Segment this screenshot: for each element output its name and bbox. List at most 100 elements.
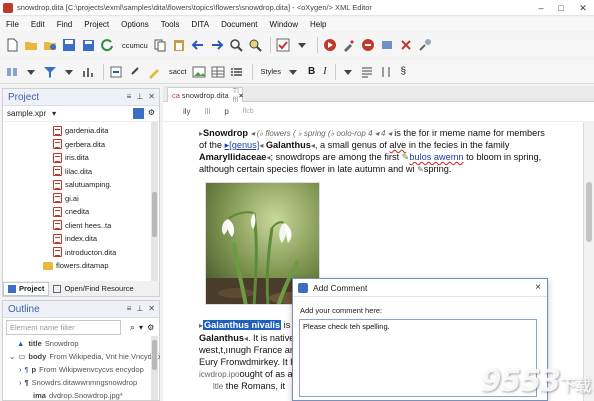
spelling-error-2[interactable]: bulos awemn	[409, 152, 463, 162]
bold-button[interactable]: B	[308, 66, 315, 77]
chevron-down-icon[interactable]: ⌄	[9, 352, 15, 361]
search-icon[interactable]	[228, 37, 244, 53]
open-url-icon[interactable]	[42, 37, 58, 53]
pin-icon[interactable]: ⊥	[136, 92, 143, 101]
outline-row-p[interactable]: › ¶ p From Wikipwenvcycvs encydop	[3, 363, 159, 376]
search-icon[interactable]: ⌕	[130, 322, 135, 333]
menu-help[interactable]: Help	[304, 20, 332, 29]
tree-file-gerbera[interactable]: gerbera.dita	[53, 138, 159, 152]
edit-attributes-icon[interactable]	[146, 64, 162, 80]
breadcrumb-item-2[interactable]: p	[224, 107, 228, 116]
menu-project[interactable]: Project	[78, 20, 115, 29]
paste-icon[interactable]	[171, 37, 187, 53]
menu-icon[interactable]: ≡	[127, 304, 132, 313]
maximize-button[interactable]: □	[550, 0, 572, 16]
redo-icon[interactable]	[209, 37, 225, 53]
tools-icon[interactable]	[417, 37, 433, 53]
close-tab-icon[interactable]: ×	[239, 91, 243, 100]
close-dialog-icon[interactable]: ×	[535, 282, 541, 293]
chevron-right-icon[interactable]: ›	[19, 378, 22, 387]
minimize-button[interactable]: –	[530, 0, 552, 16]
dropdown-arrow-icon[interactable]	[285, 64, 301, 80]
tree-file-7[interactable]: cnedita	[53, 205, 159, 219]
dropdown-arrow-icon[interactable]	[340, 64, 356, 80]
tree-file-5[interactable]: salutuamping.	[53, 178, 159, 192]
section-button[interactable]: §	[401, 66, 407, 77]
sort-icon[interactable]	[378, 64, 394, 80]
image-icon[interactable]	[191, 64, 207, 80]
outline-scrollbar-thumb[interactable]	[152, 340, 157, 370]
copy-icon[interactable]	[152, 37, 168, 53]
configure-transform-icon[interactable]	[341, 37, 357, 53]
dropdown-arrow-icon[interactable]	[23, 64, 39, 80]
tree-file-8[interactable]: client hees..ta	[53, 219, 159, 233]
project-file-row[interactable]: sample.xpr ▾ ⚙	[3, 106, 159, 122]
element-filter-input[interactable]: Element name filter	[6, 320, 121, 335]
tab-snowdrop-dita[interactable]: ca snowdrop.dita Tl ffl ×	[167, 86, 243, 104]
tree-file-introduction[interactable]: introducton.dita	[53, 246, 159, 260]
profile-icon[interactable]	[379, 37, 395, 53]
menu-dita[interactable]: DITA	[185, 20, 215, 29]
tree-ditamap[interactable]: flowers.ditamap	[3, 259, 159, 273]
insert-element-icon[interactable]	[108, 64, 124, 80]
tab-project[interactable]: Project	[3, 281, 50, 296]
tree-file-gardenia[interactable]: gardenia.dita	[53, 124, 159, 138]
menu-options[interactable]: Options	[115, 20, 155, 29]
tree-file-lilac[interactable]: lilac.dita	[53, 165, 159, 179]
pin-icon[interactable]: ⊥	[136, 304, 143, 313]
menu-document[interactable]: Document	[215, 20, 263, 29]
tree-file-index[interactable]: index.dita	[53, 232, 159, 246]
reload-icon[interactable]	[99, 37, 115, 53]
close-panel-icon[interactable]: ✕	[148, 304, 155, 313]
menu-icon[interactable]: ≡	[127, 92, 132, 101]
project-scrollbar[interactable]	[151, 122, 158, 282]
tab-open-find-resource[interactable]: Open/Find Resource	[49, 282, 137, 296]
breadcrumb-item-1[interactable]: ily	[183, 107, 191, 116]
debug-icon[interactable]	[360, 37, 376, 53]
editor-scrollbar[interactable]	[583, 122, 594, 401]
italic-button[interactable]: I	[323, 66, 326, 77]
spelling-error[interactable]: alve	[389, 140, 406, 150]
transform-icon[interactable]	[322, 37, 338, 53]
validate-icon[interactable]	[275, 37, 291, 53]
close-panel-icon[interactable]: ✕	[148, 92, 155, 101]
chevron-down-icon[interactable]: ▾	[52, 109, 56, 118]
validate-dropdown-icon[interactable]	[294, 37, 310, 53]
chevron-down-icon[interactable]: ▾	[139, 323, 143, 332]
project-scrollbar-thumb[interactable]	[152, 192, 157, 237]
outline-row-image[interactable]: ima dvdrop.Snowdrop.jpg*	[3, 389, 159, 401]
find-replace-icon[interactable]	[247, 37, 263, 53]
genus-link[interactable]: ▸[genus]	[225, 140, 260, 150]
filter-icon[interactable]	[42, 64, 58, 80]
settings-icon[interactable]: ⚙	[147, 323, 154, 332]
menu-find[interactable]: Find	[51, 20, 79, 29]
close-window-button[interactable]: ✕	[572, 0, 594, 16]
menu-tools[interactable]: Tools	[155, 20, 186, 29]
selected-text[interactable]: Galanthus nivalis	[203, 320, 282, 330]
dropdown-arrow-icon[interactable]	[61, 64, 77, 80]
table-icon[interactable]	[210, 64, 226, 80]
editor-scrollbar-thumb[interactable]	[586, 182, 592, 242]
new-file-icon[interactable]	[4, 37, 20, 53]
list-icon[interactable]	[229, 64, 245, 80]
tree-file-iris[interactable]: iris.dita	[53, 151, 159, 165]
link-with-editor-icon[interactable]	[132, 108, 144, 119]
settings-icon[interactable]: ⚙	[148, 108, 155, 119]
chevron-right-icon[interactable]: ›	[19, 365, 22, 374]
outline-row-title[interactable]: ▲ title Snowdrop	[3, 337, 159, 350]
paragraph-icon[interactable]	[359, 64, 375, 80]
menu-edit[interactable]: Edit	[25, 20, 51, 29]
outline-row-body[interactable]: ⌄ ▭ body From Wikipedia, Vnt hie Vncydop	[3, 350, 160, 363]
undo-icon[interactable]	[190, 37, 206, 53]
styles-dropdown[interactable]: Styles	[261, 67, 281, 76]
profiling-icon[interactable]	[80, 64, 96, 80]
link-icon[interactable]	[127, 64, 143, 80]
outline-row-p2[interactable]: › ¶ Snowdrs.ditawwnmngsnowdrop	[3, 376, 159, 389]
tree-file-6[interactable]: gi.ai	[53, 192, 159, 206]
menu-window[interactable]: Window	[264, 20, 304, 29]
outline-scrollbar[interactable]	[151, 336, 158, 400]
menu-file[interactable]: File	[0, 20, 25, 29]
tag-display-icon[interactable]	[4, 64, 20, 80]
xpath-icon[interactable]	[398, 37, 414, 53]
save-all-icon[interactable]	[80, 37, 96, 53]
